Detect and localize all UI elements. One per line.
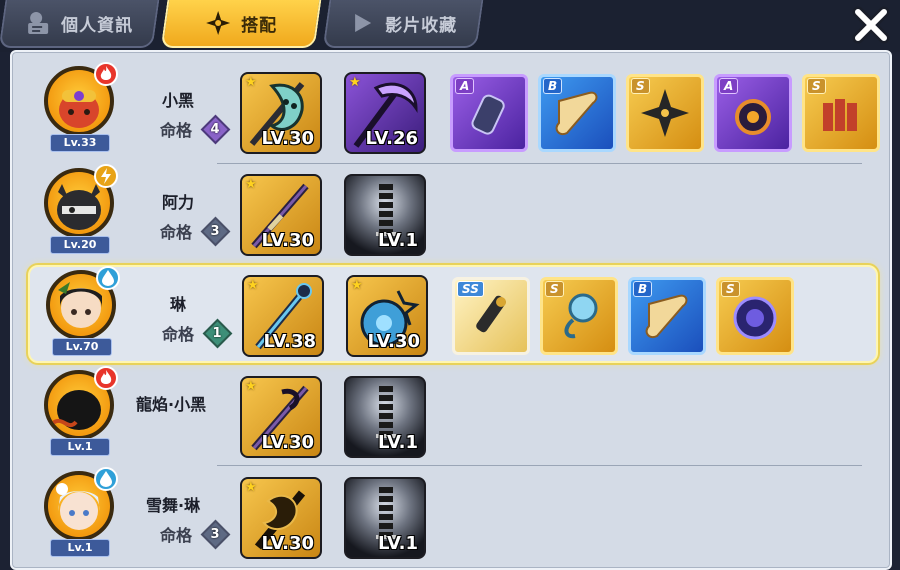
weapon-card[interactable]: ★ LV.30 bbox=[240, 174, 322, 256]
top-bar: 個人資訊 搭配 影片收藏 bbox=[0, 0, 900, 52]
star-icon: ★ bbox=[351, 278, 363, 293]
star-icon: ★ bbox=[245, 177, 257, 192]
tab-profile[interactable]: 個人資訊 bbox=[0, 0, 160, 48]
water-element-icon bbox=[96, 266, 120, 290]
character-avatar[interactable]: Lv.70 bbox=[38, 266, 122, 360]
close-button[interactable] bbox=[848, 2, 894, 48]
thunder-element-icon bbox=[94, 164, 118, 188]
item-grade: B bbox=[633, 281, 653, 297]
character-avatar[interactable]: Lv.20 bbox=[36, 164, 120, 258]
weapon-card[interactable]: ★ LV.30 bbox=[240, 376, 322, 458]
item-card[interactable]: S bbox=[802, 74, 880, 152]
fire-element-icon bbox=[94, 62, 118, 86]
weapon-level: LV.38 bbox=[263, 331, 317, 352]
item-card[interactable]: B bbox=[628, 277, 706, 355]
item-card[interactable]: SS bbox=[452, 277, 530, 355]
item-grade: S bbox=[721, 281, 740, 297]
shuriken-icon bbox=[205, 10, 231, 36]
fate-label: 命格 bbox=[160, 526, 193, 545]
item-grade: S bbox=[545, 281, 564, 297]
item-card[interactable]: S bbox=[540, 277, 618, 355]
fate-label: 命格 bbox=[160, 121, 193, 140]
profile-icon bbox=[25, 10, 51, 36]
tab-loadout[interactable]: 搭配 bbox=[160, 0, 322, 48]
character-name: 阿力 bbox=[162, 193, 195, 212]
character-name: 雪舞·琳 bbox=[146, 496, 201, 515]
star-icon: ★ bbox=[245, 75, 257, 90]
close-icon bbox=[852, 6, 890, 44]
fate-badge: 3 bbox=[200, 216, 230, 246]
character-name: 小黑 bbox=[162, 91, 195, 110]
weapon-card[interactable]: ★ LV.30 bbox=[240, 477, 322, 559]
item-card[interactable]: A bbox=[450, 74, 528, 152]
item-card[interactable]: A bbox=[714, 74, 792, 152]
item-card[interactable]: S bbox=[626, 74, 704, 152]
character-avatar[interactable]: Lv.33 bbox=[36, 62, 120, 156]
weapon-level: LV.30 bbox=[261, 533, 315, 554]
item-grade: S bbox=[807, 78, 826, 94]
character-name: 龍焰·小黑 bbox=[136, 395, 207, 414]
fate-badge: 3 bbox=[200, 519, 230, 549]
item-card[interactable]: S bbox=[716, 277, 794, 355]
character-level: Lv.20 bbox=[50, 236, 110, 254]
character-row[interactable]: Lv.1 雪舞·琳 命格 3 ★ LV.30 LV.1 bbox=[26, 465, 876, 563]
tab-videos-label: 影片收藏 bbox=[385, 15, 458, 36]
character-level: Lv.70 bbox=[52, 338, 112, 356]
weapon-card[interactable]: ★ LV.30 bbox=[240, 72, 322, 154]
weapon-level: LV.26 bbox=[365, 128, 419, 149]
weapon-card[interactable]: LV.1 bbox=[344, 174, 426, 256]
water-element-icon bbox=[94, 467, 118, 491]
play-icon bbox=[349, 10, 375, 36]
weapon-level: LV.1 bbox=[378, 230, 418, 251]
fate-label: 命格 bbox=[162, 325, 195, 344]
item-card[interactable]: B bbox=[538, 74, 616, 152]
tab-loadout-label: 搭配 bbox=[241, 15, 278, 36]
weapon-level: LV.30 bbox=[261, 432, 315, 453]
star-icon: ★ bbox=[349, 75, 361, 90]
character-level: Lv.33 bbox=[50, 134, 110, 152]
star-icon: ★ bbox=[247, 278, 259, 293]
fate-badge: 4 bbox=[200, 114, 230, 144]
character-row-selected[interactable]: Lv.70 琳 命格 1 ★ LV.38 ★ LV.30 SS S B S bbox=[28, 265, 878, 363]
weapon-card[interactable]: ★ LV.26 bbox=[344, 72, 426, 154]
item-grade: SS bbox=[457, 281, 484, 297]
fate-badge: 1 bbox=[202, 318, 232, 348]
weapon-level: LV.30 bbox=[261, 128, 315, 149]
loadout-panel: Lv.33 小黑 命格 4 ★ LV.30 ★ LV.26 A B S A S … bbox=[10, 50, 892, 570]
item-grade: A bbox=[719, 78, 739, 94]
fire-element-icon bbox=[94, 366, 118, 390]
tab-profile-label: 個人資訊 bbox=[61, 15, 134, 36]
item-grade: S bbox=[631, 78, 650, 94]
weapon-level: LV.1 bbox=[378, 533, 418, 554]
fate-label: 命格 bbox=[160, 223, 193, 242]
character-name: 琳 bbox=[170, 295, 187, 314]
item-grade: B bbox=[543, 78, 563, 94]
weapon-card[interactable]: ★ LV.30 bbox=[346, 275, 428, 357]
character-level: Lv.1 bbox=[50, 438, 110, 456]
item-grade: A bbox=[455, 78, 475, 94]
character-avatar[interactable]: Lv.1 bbox=[36, 467, 120, 561]
star-icon: ★ bbox=[245, 379, 257, 394]
weapon-level: LV.1 bbox=[378, 432, 418, 453]
character-avatar[interactable]: Lv.1 bbox=[36, 366, 120, 460]
weapon-card[interactable]: LV.1 bbox=[344, 477, 426, 559]
character-level: Lv.1 bbox=[50, 539, 110, 557]
star-icon: ★ bbox=[245, 480, 257, 495]
weapon-card[interactable]: LV.1 bbox=[344, 376, 426, 458]
character-row[interactable]: Lv.1 龍焰·小黑 ★ LV.30 LV.1 bbox=[26, 364, 876, 462]
character-row[interactable]: Lv.20 阿力 命格 3 ★ LV.30 LV.1 bbox=[26, 162, 876, 260]
character-row[interactable]: Lv.33 小黑 命格 4 ★ LV.30 ★ LV.26 A B S A S bbox=[26, 60, 880, 158]
weapon-level: LV.30 bbox=[367, 331, 421, 352]
tab-videos[interactable]: 影片收藏 bbox=[322, 0, 484, 48]
weapon-level: LV.30 bbox=[261, 230, 315, 251]
weapon-card[interactable]: ★ LV.38 bbox=[242, 275, 324, 357]
row-divider bbox=[217, 263, 862, 264]
